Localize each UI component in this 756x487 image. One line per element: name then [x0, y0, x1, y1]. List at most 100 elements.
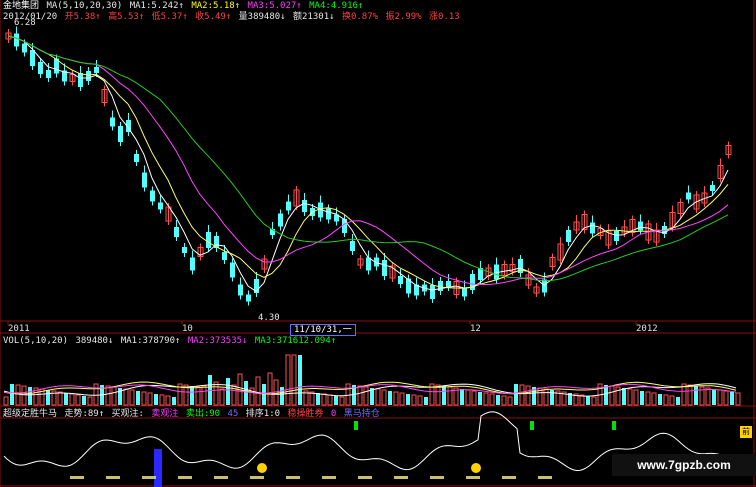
volume-bar [627, 388, 633, 406]
volume-bar [69, 393, 75, 406]
indicator-sell-watch: 卖观注 [151, 409, 179, 419]
volume-bar [3, 396, 9, 406]
volume-bar [712, 389, 716, 405]
volume-bar [471, 390, 477, 406]
indicator-45: 45 [227, 409, 239, 419]
volume-header: VOL(5,10,20) 389480↓ MA1:378790↑ MA2:373… [3, 336, 338, 347]
side-tag[interactable]: 前 [740, 426, 752, 438]
candle-body [22, 43, 27, 53]
candle-body [134, 154, 139, 162]
volume-bar [633, 389, 639, 406]
volume-bar [165, 395, 171, 406]
indicator-mid-label: 稳操胜券 [287, 409, 324, 419]
indicator-yellow-dash [70, 476, 84, 479]
indicator-header: 超级定胜牛马 走势:89↑ 买观注: 卖观注 卖出:90 45 排序1:0 稳操… [3, 409, 382, 420]
volume-bar [321, 393, 327, 406]
volume-bar [424, 397, 428, 405]
volume-bar [147, 392, 153, 406]
site-watermark: www.7gpzb.com [612, 454, 756, 476]
volume-bar [309, 391, 315, 406]
indicator-yellow-dash [466, 476, 480, 479]
volume-bar [447, 386, 453, 406]
volume-bar [658, 394, 662, 405]
volume-bar [525, 385, 531, 406]
volume-bars [3, 354, 741, 406]
candle-body [566, 230, 571, 242]
indicator-yellow-dash [358, 476, 372, 479]
candle-body [30, 50, 35, 66]
volume-bar [255, 376, 261, 406]
candle-body [278, 213, 283, 227]
volume-bar [543, 388, 549, 406]
vol-ma1: MA1:378790↑ [120, 336, 181, 346]
volume-bar [388, 391, 392, 405]
volume-bar [93, 383, 99, 406]
candle-body [86, 71, 91, 81]
candle-body [382, 260, 387, 276]
volume-bar [327, 394, 333, 406]
volume-bar [465, 389, 471, 406]
candle-body [342, 219, 347, 233]
volume-bar [694, 386, 698, 405]
candle-body [174, 227, 179, 237]
candle-body [366, 257, 371, 271]
volume-bar [244, 381, 248, 405]
candle-body [590, 222, 595, 234]
candle-body [462, 287, 467, 297]
volume-bar [501, 395, 507, 406]
volume-bar [663, 394, 669, 406]
candle-body [222, 252, 227, 260]
candle-body [326, 208, 331, 220]
volume-bar [591, 396, 597, 406]
candle-body [542, 279, 547, 293]
high-price-marker: 6.28 [14, 18, 36, 28]
volume-bar [345, 383, 351, 406]
x-label-12: 12 [470, 324, 481, 334]
price-candles [5, 26, 732, 306]
candle-body [206, 232, 211, 248]
volume-bar [213, 381, 219, 406]
volume-bar [82, 396, 86, 405]
candle-body [350, 241, 355, 251]
volume-bar [159, 394, 165, 406]
candle-body [46, 70, 51, 78]
volume-bar [10, 384, 14, 405]
candle-body [94, 67, 99, 73]
volume-bar [705, 387, 711, 406]
volume-bar [201, 385, 207, 406]
candle-body [446, 281, 451, 287]
volume-bar [64, 393, 68, 405]
candle-body [238, 284, 243, 296]
volume-bar [357, 385, 363, 406]
vol-ma3: MA3:371612.094↑ [254, 336, 337, 346]
candle-body [686, 192, 691, 200]
vol-value: 389480↓ [75, 336, 114, 346]
ma-line [7, 35, 729, 289]
smiley-marker-icon [257, 463, 267, 473]
indicator-yellow-dash [250, 476, 264, 479]
candle-body [38, 62, 43, 74]
candle-body [430, 285, 435, 299]
volume-bar [730, 392, 734, 405]
volume-bar [280, 387, 284, 405]
candle-body [78, 73, 83, 87]
volume-bar [393, 391, 399, 406]
vol-title[interactable]: VOL(5,10,20) [3, 336, 68, 346]
volume-bar [226, 378, 230, 405]
volume-bar [483, 392, 489, 406]
volume-bar [669, 395, 675, 406]
volume-bar [676, 397, 680, 405]
volume-bar [363, 386, 369, 406]
volume-bar [381, 389, 387, 406]
volume-bar [123, 388, 129, 406]
vol-ma2: MA2:373535↓ [187, 336, 248, 346]
indicator-yellow-dash [502, 476, 516, 479]
indicator-yellow-dash [322, 476, 336, 479]
indicator-yellow-dash [394, 476, 408, 479]
volume-bar [609, 385, 615, 406]
indicator-yellow-dash [142, 476, 156, 479]
volume-bar [514, 384, 518, 405]
indicator-green-marker [530, 421, 534, 430]
indicator-name[interactable]: 超级定胜牛马 [3, 409, 57, 419]
x-label-2011: 2011 [8, 324, 30, 334]
